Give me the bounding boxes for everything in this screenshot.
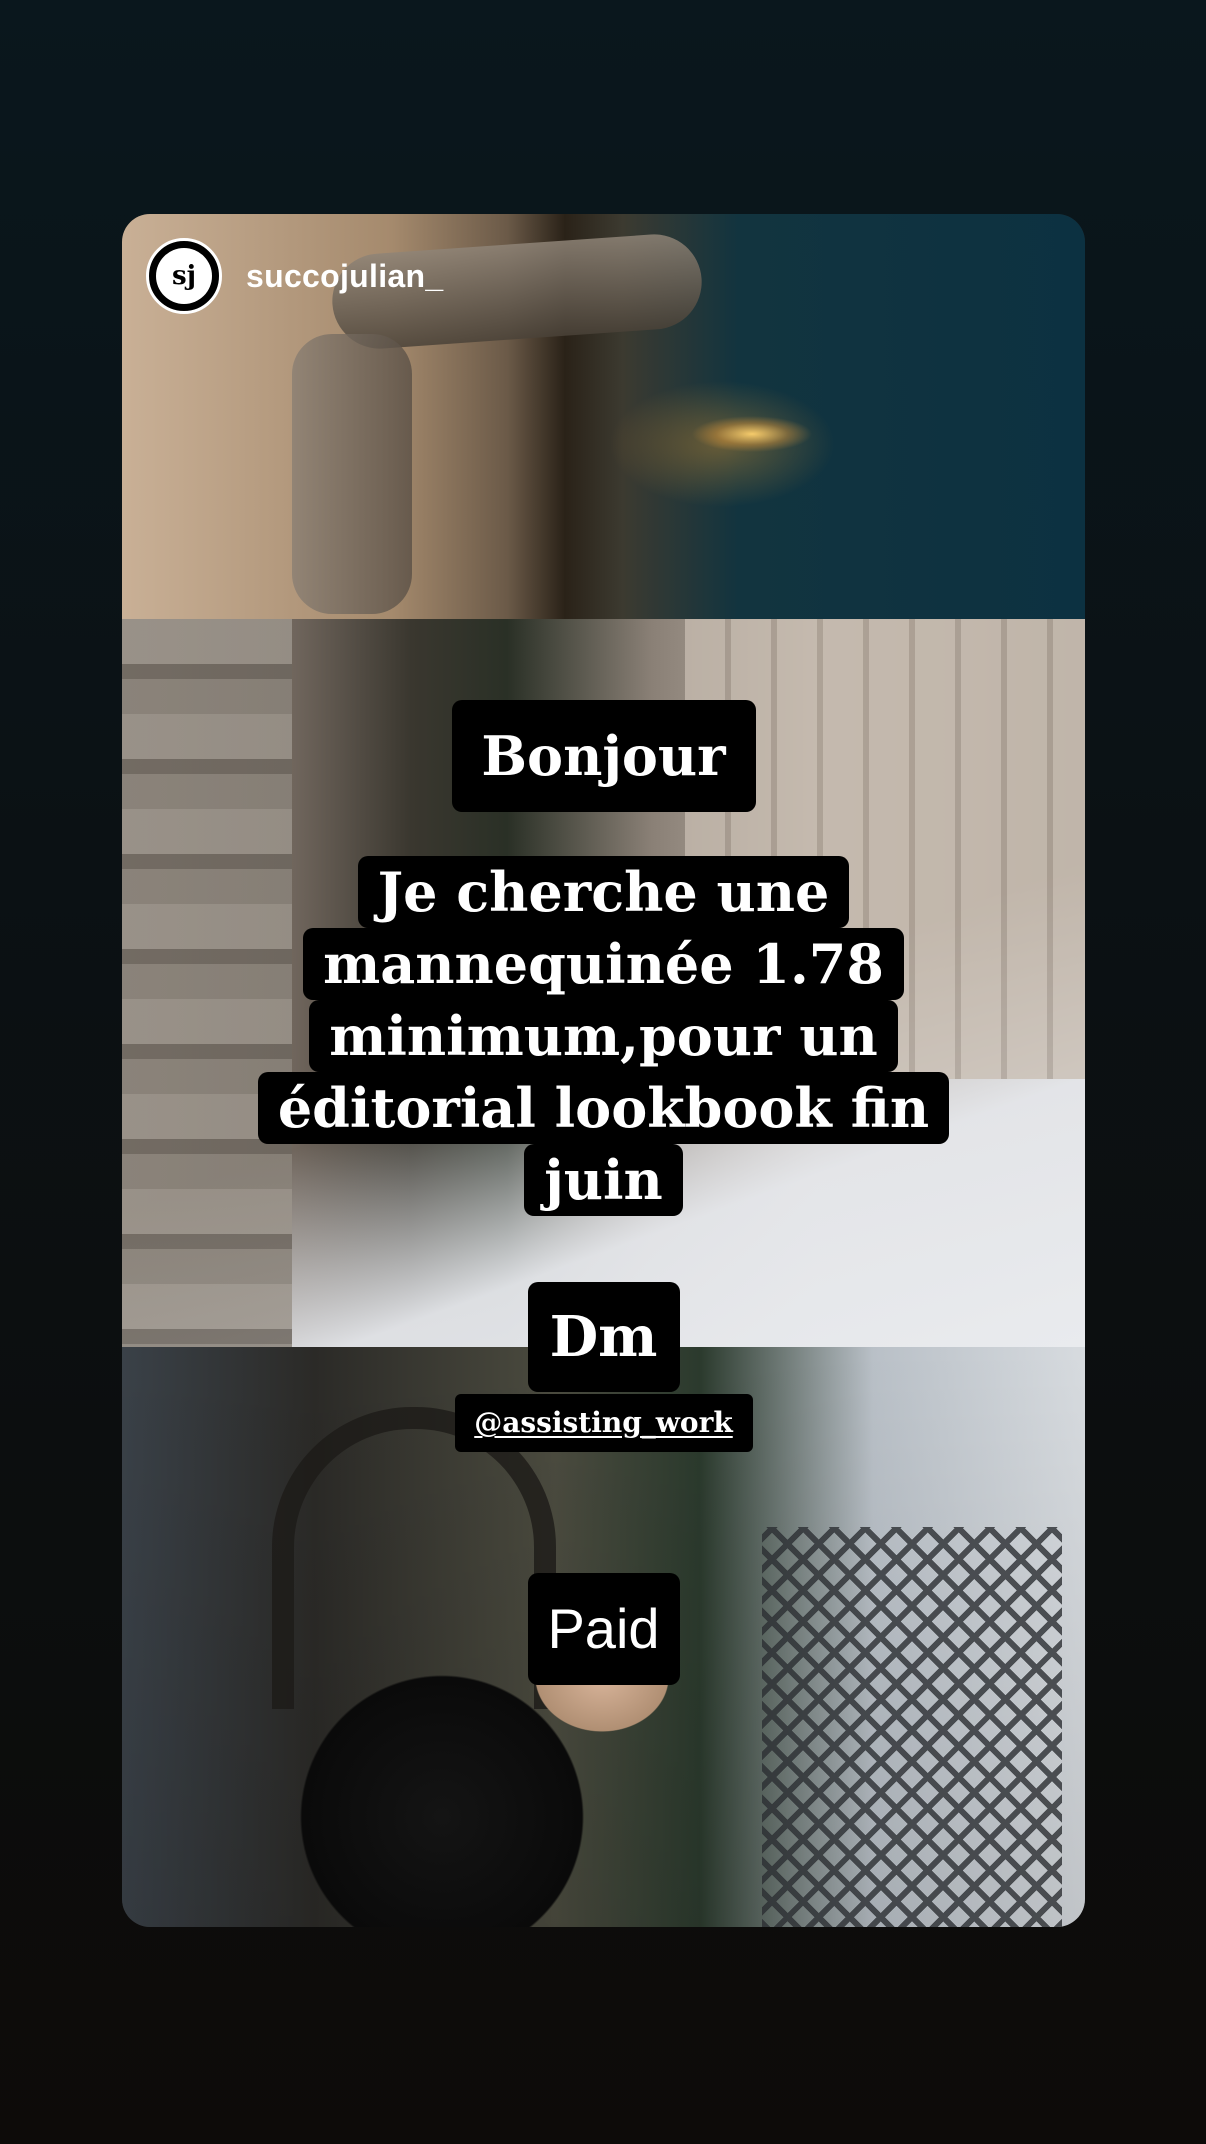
text-sticker-bonjour: Bonjour [451,700,756,812]
avatar-logo: sj [156,248,212,304]
mention-sticker[interactable]: @assisting_work [454,1394,753,1452]
model-legs [292,334,412,614]
text-sticker-main: Je cherche une mannequinée 1.78 minimum,… [231,844,977,1228]
avatar[interactable]: sj [146,238,222,314]
username[interactable]: succojulian_ [246,258,443,295]
eiffel-tower [762,1527,1062,1927]
story-card[interactable]: sj succojulian_ Bonjour Je cherche une m… [122,214,1085,1927]
text-sticker-dm: Dm [527,1282,680,1392]
text-sticker-main-text: Je cherche une mannequinée 1.78 minimum,… [257,856,950,1216]
story-header[interactable]: sj succojulian_ [146,238,443,314]
text-sticker-paid: Paid [527,1573,680,1685]
